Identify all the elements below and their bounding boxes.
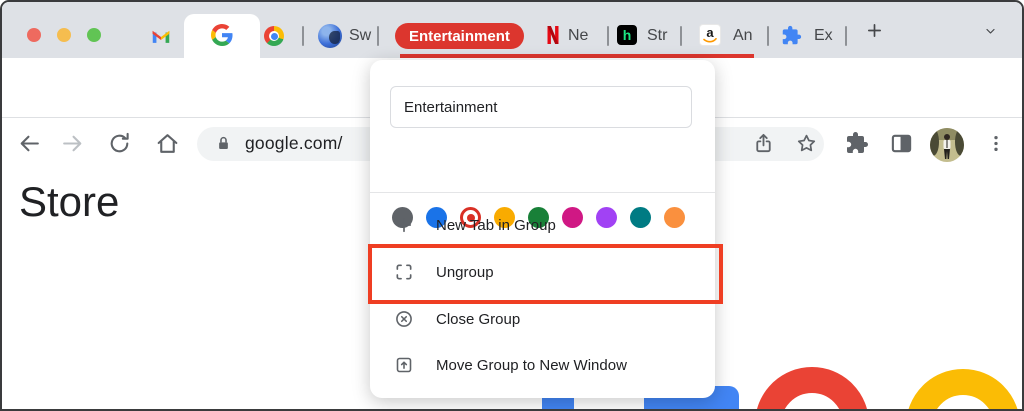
- hulu-icon: h: [617, 25, 637, 45]
- group-name-input[interactable]: [390, 86, 692, 128]
- menu-item-label: Move Group to New Window: [436, 357, 627, 374]
- google-logo-fragment-red-o: [755, 367, 869, 411]
- puzzle-icon: [845, 131, 869, 155]
- tab-label[interactable]: Sw: [349, 27, 371, 45]
- avatar-photo: [930, 128, 964, 162]
- back-button[interactable]: [17, 131, 42, 161]
- home-button[interactable]: [155, 131, 180, 161]
- tab-group-underline: [400, 54, 754, 58]
- traffic-light-zoom[interactable]: [87, 28, 101, 42]
- tab-gmail[interactable]: [150, 26, 172, 46]
- world-clock-icon: [318, 24, 342, 48]
- tab-group-chip[interactable]: Entertainment: [395, 23, 524, 49]
- tab-chrome[interactable]: [264, 26, 284, 46]
- tab-label[interactable]: Str: [647, 27, 667, 45]
- tab-separator: [607, 26, 609, 46]
- move-to-window-icon: [394, 355, 414, 375]
- tab-strip: Sw Entertainment Ne h Str a: [2, 2, 1022, 58]
- profile-avatar[interactable]: [930, 128, 964, 162]
- kebab-menu-icon: [986, 132, 1006, 155]
- browser-menu-button[interactable]: [986, 132, 1006, 160]
- menu-item-new-tab-in-group[interactable]: New Tab in Group: [370, 202, 715, 248]
- browser-window: Sw Entertainment Ne h Str a: [0, 0, 1024, 411]
- tab-label[interactable]: Ex: [814, 27, 833, 45]
- tab-amazon[interactable]: a: [699, 24, 721, 46]
- tab-group-name: Entertainment: [409, 28, 510, 45]
- tab-extensions[interactable]: [781, 25, 802, 46]
- tab-google-active[interactable]: [184, 14, 260, 58]
- tab-label[interactable]: An: [733, 27, 753, 45]
- plus-icon: [394, 215, 414, 235]
- tab-separator: [767, 26, 769, 46]
- netflix-icon: [545, 25, 561, 45]
- close-circle-icon: [394, 309, 414, 329]
- url-text[interactable]: google.com/: [245, 133, 343, 154]
- plus-icon: [866, 22, 883, 39]
- tab-separator: [845, 26, 847, 46]
- tab-netflix[interactable]: [545, 25, 561, 45]
- tab-separator: [680, 26, 682, 46]
- traffic-light-close[interactable]: [27, 28, 41, 42]
- puzzle-icon: [781, 25, 802, 46]
- traffic-light-minimize[interactable]: [57, 28, 71, 42]
- bookmark-star-button[interactable]: [795, 132, 818, 160]
- share-button[interactable]: [752, 132, 775, 160]
- menu-item-move-group-to-new-window[interactable]: Move Group to New Window: [370, 342, 715, 388]
- amazon-icon: a: [699, 24, 721, 46]
- annotation-highlight-box: [368, 244, 723, 304]
- tab-search-chevron[interactable]: [983, 24, 998, 42]
- extensions-button[interactable]: [845, 131, 869, 160]
- gmail-icon: [150, 26, 172, 46]
- lock-icon[interactable]: [214, 134, 233, 158]
- tab-label[interactable]: Ne: [568, 27, 588, 45]
- menu-divider: [370, 192, 715, 193]
- tab-separator: [377, 26, 379, 46]
- tab-separator: [302, 26, 304, 46]
- menu-item-label: New Tab in Group: [436, 217, 556, 234]
- tab-hulu[interactable]: h: [617, 25, 637, 45]
- menu-item-label: Close Group: [436, 311, 520, 328]
- google-g-icon: [211, 24, 233, 46]
- side-panel-icon: [890, 132, 913, 155]
- tab-world-clock[interactable]: [318, 24, 342, 48]
- tab-group-menu: New Tab in Group Ungroup Close Group Mov…: [370, 60, 715, 398]
- chrome-icon: [264, 26, 284, 46]
- new-tab-button[interactable]: [866, 22, 883, 44]
- reload-button[interactable]: [107, 131, 132, 161]
- forward-button[interactable]: [60, 131, 85, 161]
- chevron-down-icon: [983, 25, 998, 37]
- google-logo-fragment-yellow-o: [906, 369, 1020, 411]
- page-heading: Store: [19, 178, 119, 226]
- side-panel-button[interactable]: [890, 132, 913, 160]
